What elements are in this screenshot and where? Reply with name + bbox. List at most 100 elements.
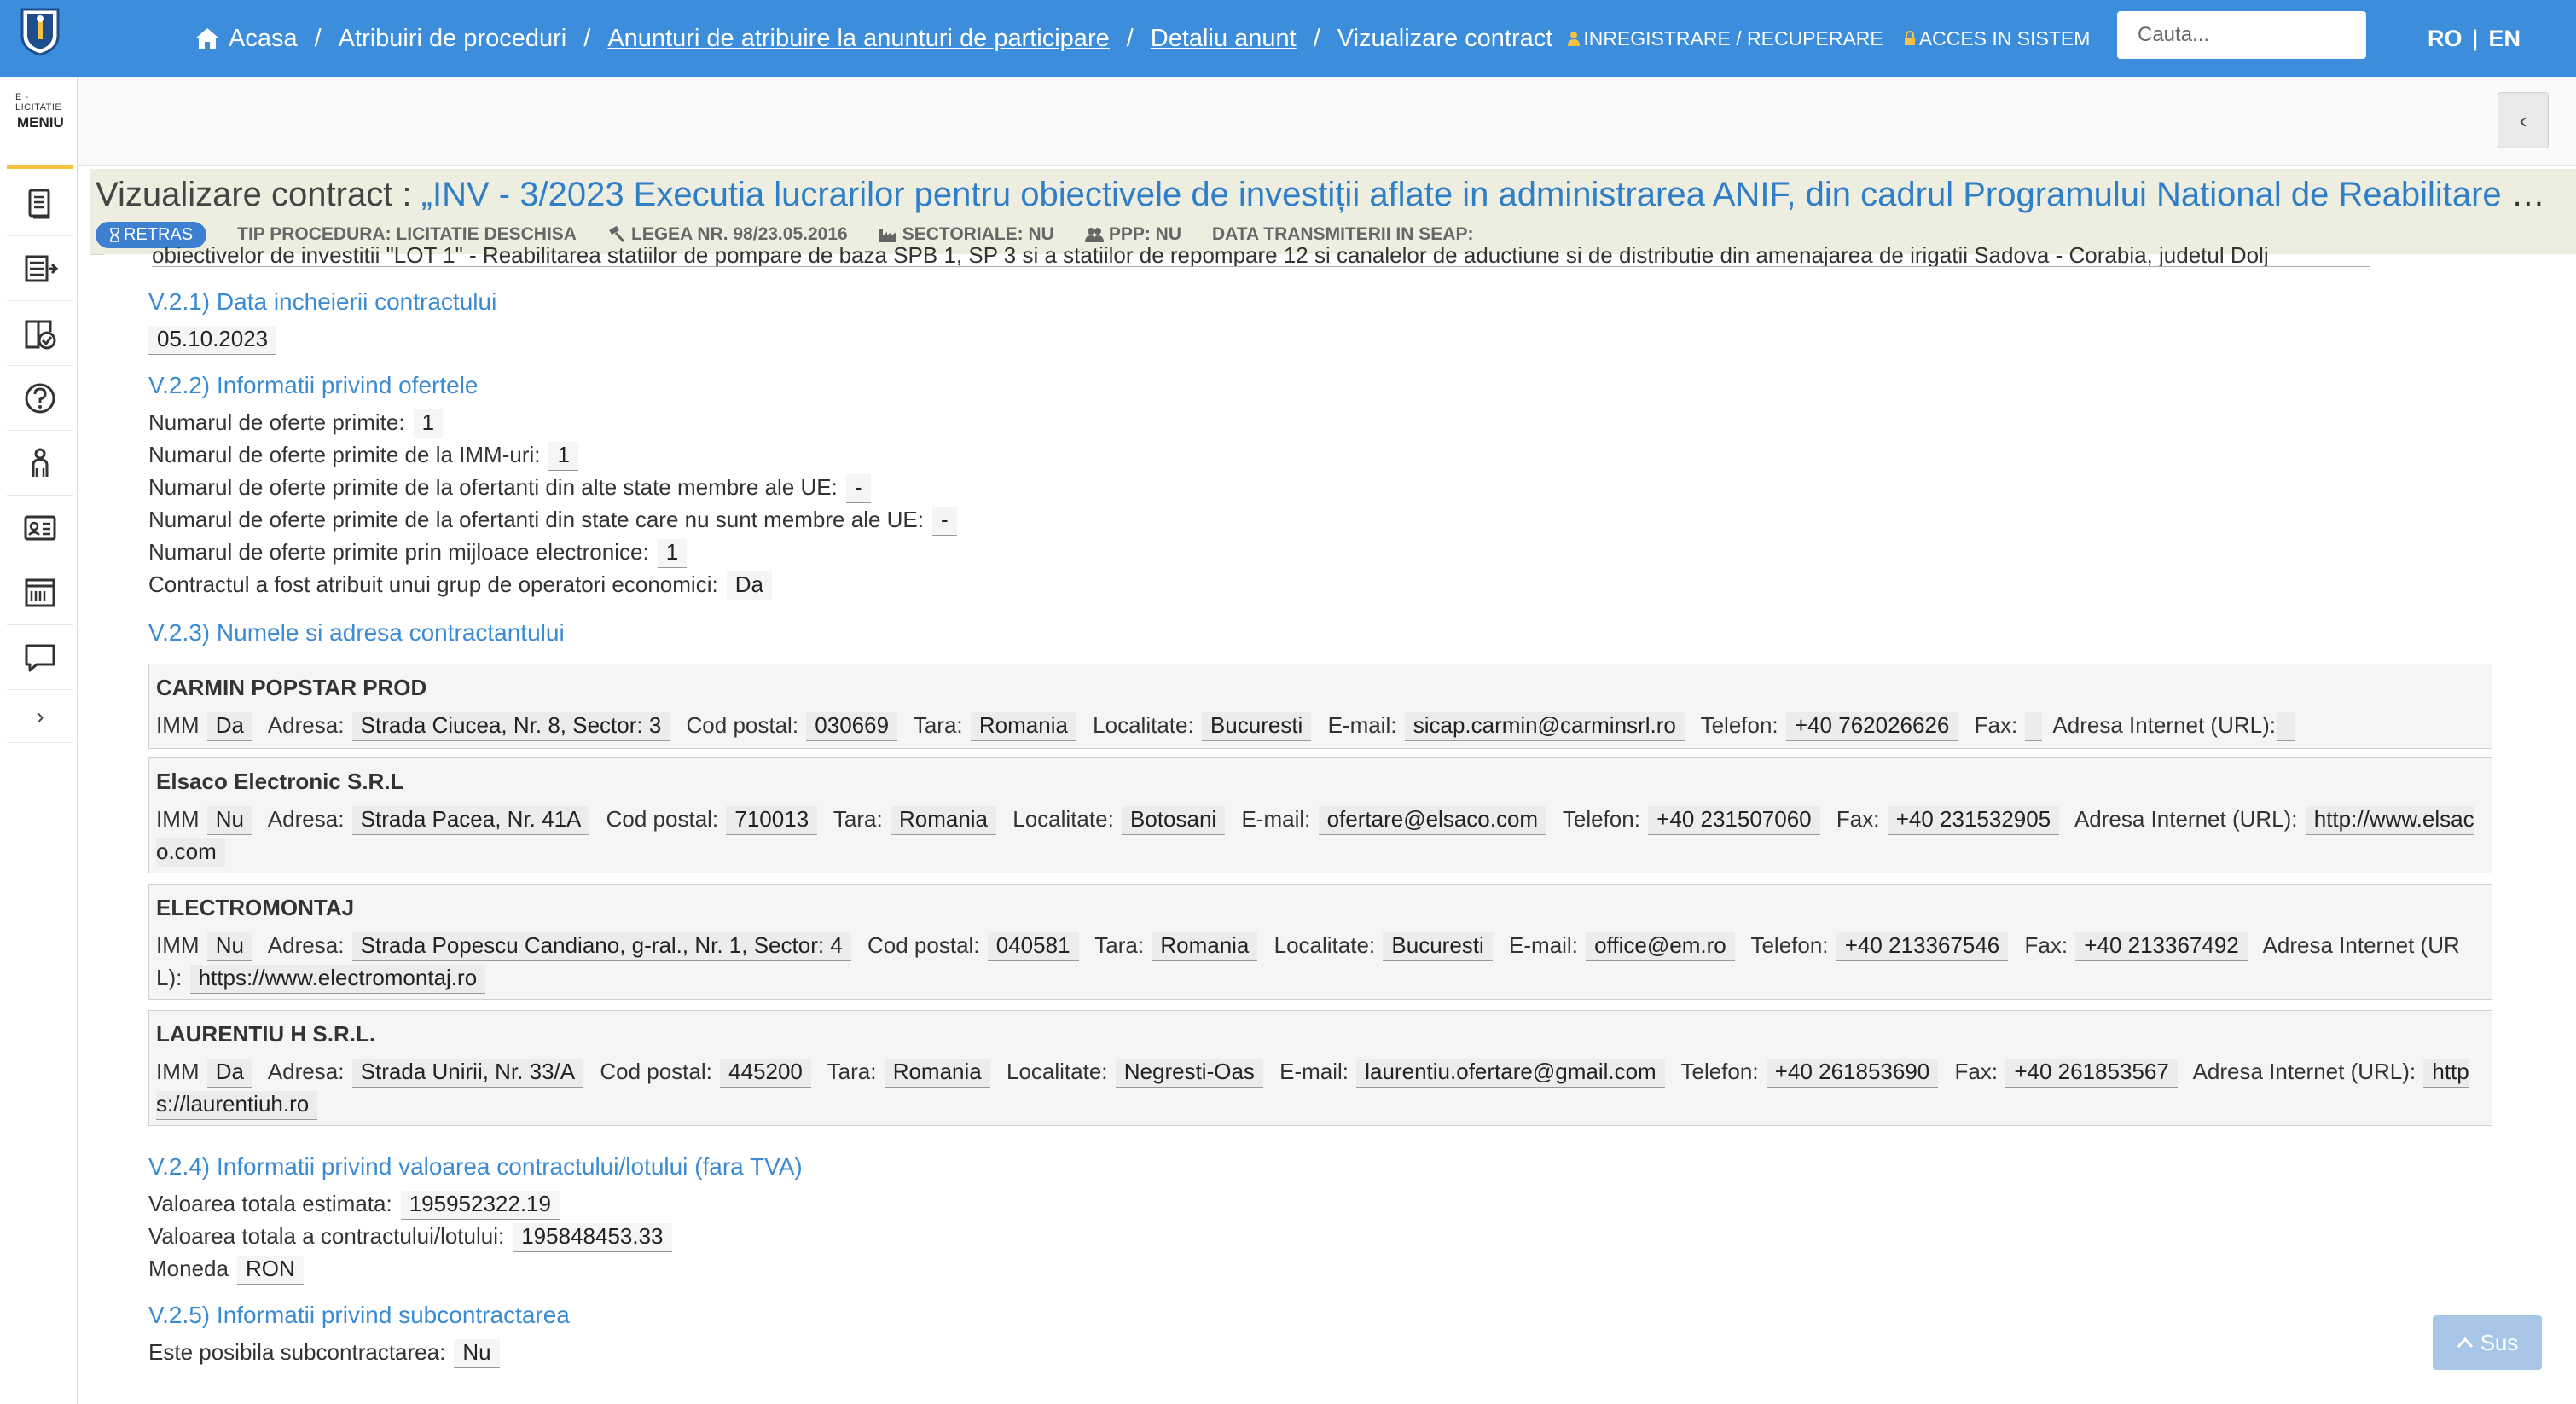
page-title-label: Vizualizare contract : bbox=[96, 176, 412, 213]
url-value[interactable]: https://www.electromontaj.ro bbox=[189, 965, 486, 994]
currency-value: RON bbox=[236, 1256, 304, 1285]
offers-imm-value: 1 bbox=[548, 442, 578, 471]
phone-label: Telefon: bbox=[1750, 932, 1829, 958]
city-value: Botosani bbox=[1122, 806, 1226, 835]
offers-row: Numarul de oferte primite: 1 bbox=[148, 409, 444, 438]
total-value-label: Valoarea totala a contractului/lotului: bbox=[148, 1223, 505, 1249]
city-label: Localitate: bbox=[1006, 1059, 1108, 1084]
chevron-right-icon: › bbox=[36, 703, 44, 729]
imm-label: IMM bbox=[156, 712, 200, 738]
currency-row: Moneda RON bbox=[148, 1256, 304, 1285]
address-label: Adresa: bbox=[267, 932, 345, 958]
sidebar-item-help[interactable] bbox=[7, 367, 73, 431]
address-label: Adresa: bbox=[267, 712, 345, 738]
operator-name: ELECTROMONTAJ bbox=[156, 895, 355, 920]
login-label: ACCES IN SISTEM bbox=[1918, 26, 2091, 49]
sidebar-item-profile[interactable] bbox=[7, 496, 73, 560]
address-label: Adresa: bbox=[267, 1059, 345, 1084]
operator-name: Elsaco Electronic S.R.L bbox=[156, 769, 404, 794]
offers-electronic-row: Numarul de oferte primite prin mijloace … bbox=[148, 539, 688, 568]
postal-code-label: Cod postal: bbox=[867, 932, 980, 958]
breadcrumb-detaliu-anunt[interactable]: Detaliu anunt bbox=[1151, 25, 1297, 53]
contract-details: obiectivelor de investitii "LOT 1" - Rea… bbox=[104, 242, 2576, 1404]
operator-card: LAURENTIU H S.R.L. IMM Da Adresa: Strada… bbox=[148, 1010, 2492, 1126]
email-value[interactable]: office@em.ro bbox=[1586, 932, 1735, 961]
register-link[interactable]: INREGISTRARE / RECUPERARE bbox=[1568, 27, 1883, 50]
section-v221-title: V.2.1) Data incheierii contractului bbox=[148, 288, 497, 315]
imm-label: IMM bbox=[156, 932, 200, 958]
sidebar-brand: E - LICITATIE bbox=[15, 92, 62, 113]
home-icon[interactable] bbox=[194, 26, 220, 50]
postal-code-value: 040581 bbox=[987, 932, 1079, 961]
operator-details: IMM Da Adresa: Strada Ciucea, Nr. 8, Sec… bbox=[156, 709, 2485, 741]
catalog-icon bbox=[25, 578, 55, 607]
login-link[interactable]: ACCES IN SISTEM bbox=[1904, 26, 2091, 50]
email-value[interactable]: ofertare@elsaco.com bbox=[1318, 806, 1547, 835]
total-value-row: Valoarea totala a contractului/lotului: … bbox=[148, 1223, 672, 1252]
phone-label: Telefon: bbox=[1680, 1059, 1759, 1084]
country-value: Romania bbox=[890, 806, 997, 835]
address-value: Strada Popescu Candiano, g-ral., Nr. 1, … bbox=[351, 932, 851, 961]
phone-value: +40 213367546 bbox=[1836, 932, 2009, 961]
offers-electronic-value: 1 bbox=[657, 539, 688, 568]
country-value: Romania bbox=[970, 712, 1076, 741]
sidebar-accent-line bbox=[7, 165, 73, 169]
country-label: Tara: bbox=[1094, 932, 1145, 958]
sidebar-menu-title[interactable]: MENIU bbox=[17, 114, 64, 131]
email-label: E-mail: bbox=[1327, 712, 1397, 738]
phone-label: Telefon: bbox=[1562, 806, 1640, 832]
search-input[interactable] bbox=[2136, 22, 2404, 48]
country-label: Tara: bbox=[833, 806, 883, 832]
breadcrumb-atribuiri[interactable]: Atribuiri de proceduri bbox=[339, 25, 567, 53]
email-value[interactable]: laurentiu.ofertare@gmail.com bbox=[1356, 1059, 1665, 1088]
fax-label: Fax: bbox=[2024, 932, 2068, 958]
breadcrumb-anunturi[interactable]: Anunturi de atribuire la anunturi de par… bbox=[607, 25, 1109, 53]
breadcrumb-separator: / bbox=[583, 24, 591, 52]
postal-code-value: 445200 bbox=[720, 1059, 811, 1088]
operator-details: IMM Nu Adresa: Strada Popescu Candiano, … bbox=[156, 929, 2485, 994]
estimated-value-label: Valoarea totala estimata: bbox=[148, 1191, 392, 1216]
sidebar-item-operators[interactable] bbox=[7, 432, 73, 496]
operator-card: Elsaco Electronic S.R.L IMM Nu Adresa: S… bbox=[148, 757, 2492, 873]
toolbar-strip bbox=[77, 77, 2576, 166]
chat-icon bbox=[25, 644, 55, 672]
collapse-panel-button[interactable]: ‹ bbox=[2498, 92, 2549, 148]
section-v225-title: V.2.5) Informatii privind subcontractare… bbox=[148, 1302, 570, 1328]
sidebar-item-documents[interactable] bbox=[7, 172, 73, 236]
url-value[interactable] bbox=[2277, 712, 2295, 741]
sidebar-item-list[interactable] bbox=[7, 237, 73, 301]
address-value: Strada Ciucea, Nr. 8, Sector: 3 bbox=[351, 712, 670, 741]
email-value[interactable]: sicap.carmin@carminsrl.ro bbox=[1404, 712, 1685, 741]
book-check-icon bbox=[25, 320, 56, 350]
breadcrumb-current: Vizualizare contract bbox=[1337, 24, 1553, 52]
lang-en[interactable]: EN bbox=[2489, 26, 2521, 52]
id-card-icon bbox=[24, 515, 56, 541]
sidebar-item-catalog[interactable] bbox=[7, 561, 73, 625]
postal-code-value: 710013 bbox=[726, 806, 818, 835]
sidebar-item-messages[interactable] bbox=[7, 626, 73, 690]
estimated-value: 195952322.19 bbox=[400, 1191, 560, 1220]
city-label: Localitate: bbox=[1012, 806, 1114, 832]
phone-label: Telefon: bbox=[1700, 712, 1778, 738]
lock-icon bbox=[1904, 31, 1915, 45]
users-icon bbox=[1084, 228, 1104, 242]
sidebar-item-approvals[interactable] bbox=[7, 302, 73, 366]
lang-ro[interactable]: RO bbox=[2428, 26, 2463, 52]
back-to-top-label: Sus bbox=[2480, 1329, 2519, 1355]
language-switcher: RO | EN bbox=[2428, 0, 2521, 77]
crest-logo[interactable] bbox=[19, 7, 61, 56]
user-icon bbox=[1568, 32, 1581, 46]
sidebar-expand-button[interactable]: › bbox=[7, 691, 73, 743]
phone-value: +40 762026626 bbox=[1785, 712, 1958, 741]
imm-value: Da bbox=[206, 1059, 253, 1088]
country-value: Romania bbox=[1152, 932, 1258, 961]
breadcrumb-home[interactable]: Acasa bbox=[229, 25, 298, 53]
offers-eu-label: Numarul de oferte primite de la ofertant… bbox=[148, 474, 838, 500]
search-box[interactable] bbox=[2117, 11, 2404, 59]
operator-details: IMM Da Adresa: Strada Unirii, Nr. 33/A C… bbox=[156, 1055, 2485, 1120]
operator-name: CARMIN POPSTAR PROD bbox=[156, 675, 427, 700]
hourglass-icon bbox=[109, 227, 120, 242]
section-v222-title: V.2.2) Informatii privind ofertele bbox=[148, 372, 479, 398]
back-to-top-button[interactable]: Sus bbox=[2433, 1315, 2542, 1370]
offers-non-eu-value: - bbox=[932, 507, 957, 536]
